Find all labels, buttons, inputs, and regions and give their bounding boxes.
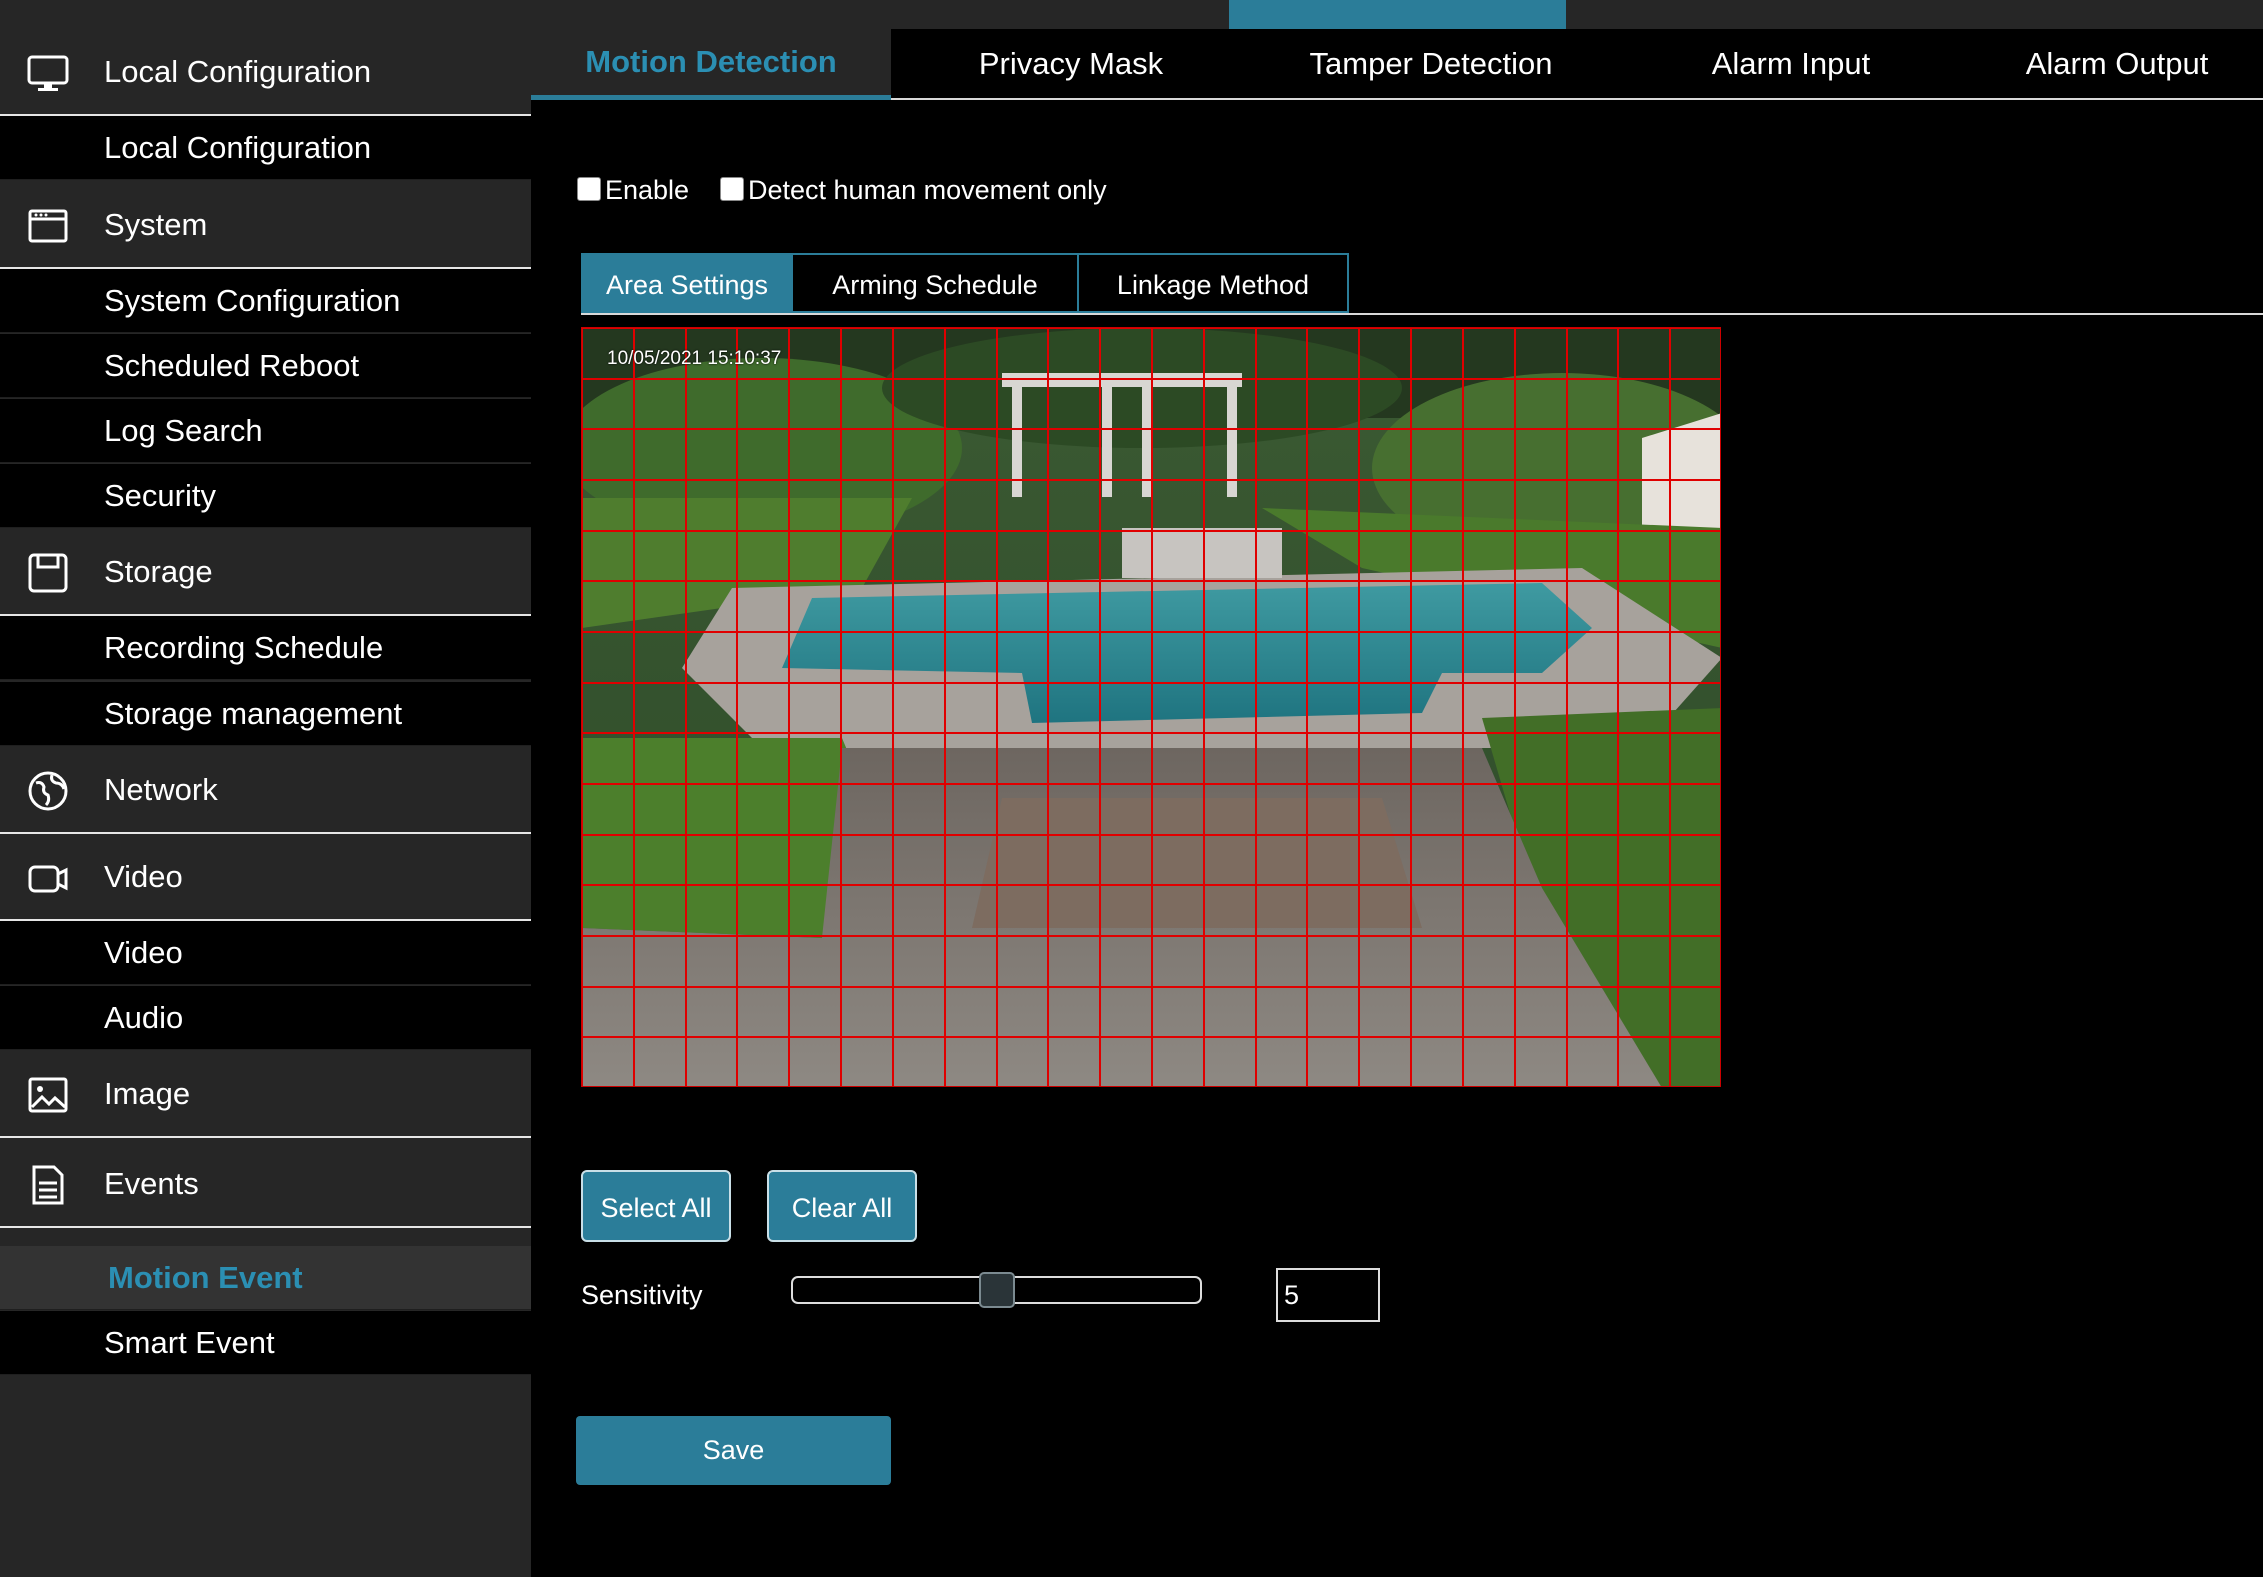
tab-tamper-detection[interactable]: Tamper Detection — [1251, 29, 1611, 100]
subtab-arming-schedule[interactable]: Arming Schedule — [791, 253, 1079, 313]
tab-motion-detection[interactable]: Motion Detection — [531, 29, 891, 100]
sidebar-section-label: Events — [104, 1166, 199, 1201]
sidebar-item-audio[interactable]: Audio — [0, 986, 531, 1050]
sidebar-item-storage-management[interactable]: Storage management — [0, 682, 531, 746]
sidebar-section-storage[interactable]: Storage — [0, 529, 531, 616]
human-only-label: Detect human movement only — [748, 175, 1107, 205]
sidebar-section-label: Network — [104, 772, 218, 807]
document-icon — [32, 1165, 64, 1205]
sidebar-section-label: Storage — [104, 554, 213, 589]
main-content: Motion Detection Privacy Mask Tamper Det… — [531, 29, 2263, 1577]
sidebar-item-system-configuration[interactable]: System Configuration — [0, 269, 531, 333]
tab-alarm-input[interactable]: Alarm Input — [1611, 29, 1971, 100]
window-icon — [28, 209, 68, 243]
sidebar-item-label: System Configuration — [104, 283, 401, 318]
sidebar-item-video[interactable]: Video — [0, 921, 531, 985]
sidebar-item-label: Smart Event — [104, 1325, 275, 1360]
sidebar-item-label: Scheduled Reboot — [104, 348, 360, 383]
sidebar-item-label: Motion Event — [108, 1260, 303, 1295]
sidebar: Local Configuration Local Configuration … — [0, 29, 531, 1577]
sidebar-item-label: Log Search — [104, 413, 263, 448]
save-button[interactable]: Save — [576, 1416, 891, 1485]
picture-icon — [28, 1077, 68, 1113]
top-nav-bar — [0, 0, 2263, 29]
sidebar-item-label: Local Configuration — [104, 130, 372, 165]
enable-label: Enable — [605, 175, 690, 205]
sidebar-item-local-configuration[interactable]: Local Configuration — [0, 116, 531, 180]
globe-icon — [28, 771, 68, 811]
sidebar-section-events[interactable]: Events — [0, 1141, 531, 1228]
camera-icon — [28, 865, 68, 893]
sidebar-section-image[interactable]: Image — [0, 1051, 531, 1138]
sensitivity-label: Sensitivity — [581, 1280, 703, 1310]
sidebar-section-label: Video — [104, 859, 183, 894]
subtab-area-settings[interactable]: Area Settings — [581, 253, 793, 313]
select-all-button[interactable]: Select All — [581, 1170, 731, 1242]
camera-preview[interactable]: 10/05/2021 15:10:37 — [581, 327, 1721, 1087]
sensitivity-slider-thumb[interactable] — [979, 1272, 1015, 1308]
sidebar-item-recording-schedule[interactable]: Recording Schedule — [0, 616, 531, 680]
top-nav-active-tab[interactable] — [1229, 0, 1566, 29]
subtab-linkage-method[interactable]: Linkage Method — [1077, 253, 1349, 313]
sidebar-item-security[interactable]: Security — [0, 464, 531, 528]
sidebar-item-motion-event[interactable]: Motion Event — [0, 1246, 531, 1310]
sidebar-section-local-configuration[interactable]: Local Configuration — [0, 29, 531, 116]
sidebar-item-log-search[interactable]: Log Search — [0, 399, 531, 463]
sidebar-section-label: System — [104, 207, 208, 242]
sidebar-item-label: Storage management — [104, 696, 403, 731]
preview-timestamp: 10/05/2021 15:10:37 — [607, 348, 782, 369]
sidebar-item-label: Security — [104, 478, 216, 513]
camera-scene — [582, 328, 1720, 1086]
enable-checkbox[interactable] — [577, 177, 601, 201]
sidebar-item-scheduled-reboot[interactable]: Scheduled Reboot — [0, 334, 531, 398]
floppy-disk-icon — [28, 553, 68, 593]
tab-privacy-mask[interactable]: Privacy Mask — [891, 29, 1251, 100]
monitor-icon — [27, 55, 69, 91]
tab-bar: Motion Detection Privacy Mask Tamper Det… — [531, 29, 2263, 100]
sidebar-section-video[interactable]: Video — [0, 834, 531, 921]
subtab-bar: Area Settings Arming Schedule Linkage Me… — [581, 253, 2263, 315]
clear-all-button[interactable]: Clear All — [767, 1170, 917, 1242]
sidebar-section-system[interactable]: System — [0, 182, 531, 269]
sidebar-section-label: Image — [104, 1076, 191, 1111]
tab-alarm-output[interactable]: Alarm Output — [1971, 29, 2263, 100]
sidebar-item-smart-event[interactable]: Smart Event — [0, 1311, 531, 1375]
sidebar-item-label: Recording Schedule — [104, 630, 384, 665]
sensitivity-slider[interactable] — [791, 1272, 1202, 1308]
human-only-checkbox[interactable] — [720, 177, 744, 201]
sidebar-item-label: Audio — [104, 1000, 184, 1035]
sidebar-section-label: Local Configuration — [104, 54, 372, 89]
sidebar-section-network[interactable]: Network — [0, 747, 531, 834]
sensitivity-value-input[interactable]: 5 — [1276, 1268, 1380, 1322]
sidebar-item-label: Video — [104, 935, 183, 970]
